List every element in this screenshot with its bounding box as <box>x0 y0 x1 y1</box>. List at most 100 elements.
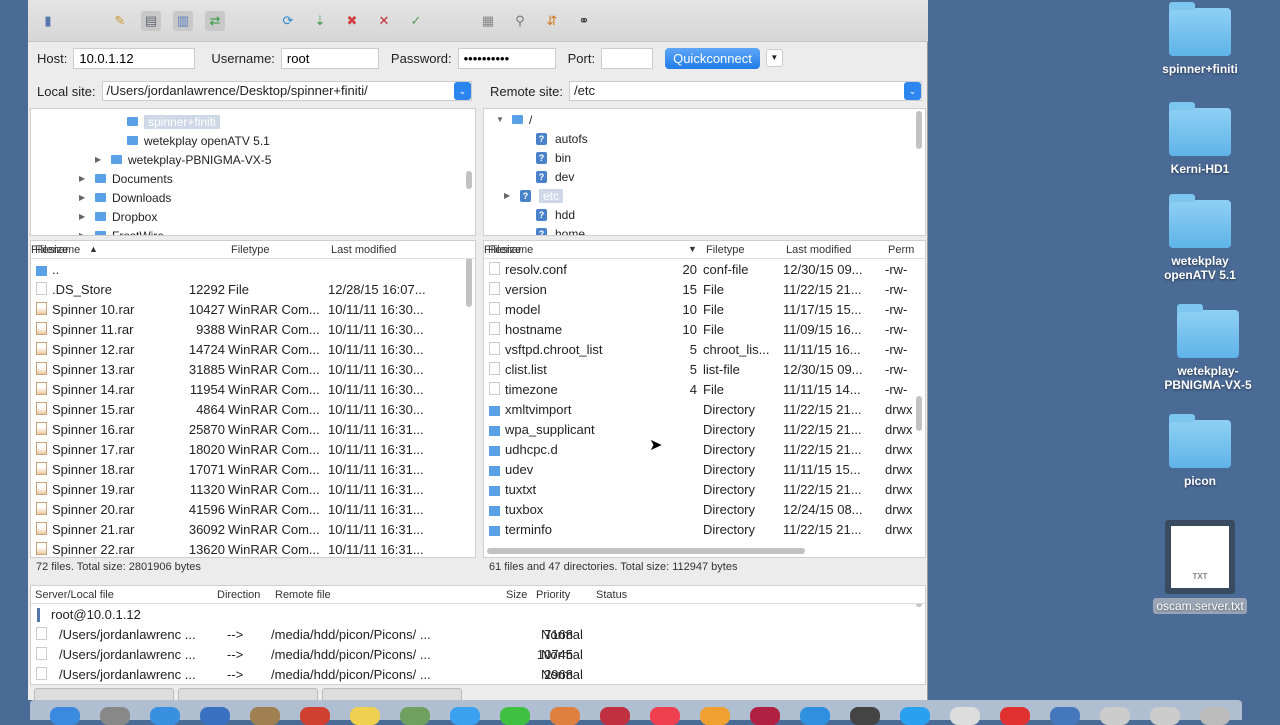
chevron-down-icon[interactable]: ⌄ <box>454 82 471 100</box>
expand-triangle-icon[interactable]: ▶ <box>95 155 105 164</box>
transfer-queue[interactable]: Server/Local file Direction Remote file Siz… <box>30 585 926 685</box>
site-manager-icon[interactable]: ▮ <box>38 11 58 31</box>
dock-app-icon[interactable] <box>550 707 580 725</box>
file-row[interactable]: .. <box>31 260 475 280</box>
toggle-queue-icon[interactable]: ⇄ <box>205 11 225 31</box>
queue-item[interactable]: /Users/jordanlawrenc ... --> /media/hdd/pi… <box>31 625 925 645</box>
compare-icon[interactable]: ⚲ <box>510 11 530 31</box>
dock-app-icon[interactable] <box>200 707 230 725</box>
file-row[interactable]: resolv.conf 20 conf-file 12/30/15 09... -rw- <box>484 260 925 280</box>
remote-tree[interactable]: ▼ /? autofs? bin? dev ▶? etc? hdd? home <box>483 108 926 236</box>
dock-app-icon[interactable] <box>700 707 730 725</box>
tree-item[interactable]: ? dev <box>520 167 574 186</box>
file-row[interactable]: timezone 4 File 11/11/15 14... -rw- <box>484 380 925 400</box>
column-header-last-modified[interactable]: Last modified <box>786 244 851 256</box>
dock-app-icon[interactable] <box>500 707 530 725</box>
message-log-icon[interactable]: ✎ <box>110 11 130 31</box>
sync-browse-icon[interactable]: ⇵ <box>542 11 562 31</box>
toggle-local-tree-icon[interactable]: ▤ <box>141 11 161 31</box>
cancel-icon[interactable]: ✖ <box>342 11 362 31</box>
expand-triangle-icon[interactable]: ▶ <box>504 191 514 200</box>
dock-app-icon[interactable] <box>850 707 880 725</box>
toggle-remote-tree-icon[interactable]: ▥ <box>173 11 193 31</box>
dock-app-icon[interactable] <box>650 707 680 725</box>
file-row[interactable]: udhcpc.d Directory 11/22/15 21... drwx <box>484 440 925 460</box>
dock-app-icon[interactable] <box>1200 707 1230 725</box>
file-row[interactable]: Spinner 11.rar 9388 WinRAR Com... 10/11/11 … <box>31 320 475 340</box>
column-header-filesize[interactable]: Filesize <box>484 244 521 256</box>
column-header-perm[interactable]: Perm <box>888 244 914 256</box>
file-row[interactable]: tuxtxt Directory 11/22/15 21... drwx <box>484 480 925 500</box>
file-row[interactable]: Spinner 17.rar 18020 WinRAR Com... 10/11/11… <box>31 440 475 460</box>
local-site-path[interactable]: /Users/jordanlawrence/Desktop/spinner+fi… <box>101 81 472 101</box>
local-tree-scrollbar[interactable] <box>466 171 472 189</box>
tree-item[interactable]: ▶ FrostWire <box>79 226 164 235</box>
file-row[interactable]: Spinner 19.rar 11320 WinRAR Com... 10/11/11… <box>31 480 475 500</box>
process-queue-icon[interactable]: ⇣ <box>310 11 330 31</box>
port-input[interactable] <box>601 47 654 69</box>
column-header-filesize[interactable]: Filesize <box>31 244 68 256</box>
file-row[interactable]: wpa_supplicant Directory 11/22/15 21... drw… <box>484 420 925 440</box>
column-header-last-modified[interactable]: Last modified <box>331 244 396 256</box>
queue-item[interactable]: /Users/jordanlawrenc ... --> /media/hdd/pi… <box>31 665 925 684</box>
desktop-item-folder[interactable]: wetekplay openATV 5.1 <box>1150 194 1250 282</box>
dock-app-icon[interactable] <box>450 707 480 725</box>
dock-app-icon[interactable] <box>600 707 630 725</box>
file-row[interactable]: hostname 10 File 11/09/15 16... -rw- <box>484 320 925 340</box>
queue-server-row[interactable]: root@10.0.1.12 <box>31 605 925 625</box>
local-tree[interactable]: spinner+finiti wetekplay openATV 5.1 ▶ wete… <box>30 108 476 236</box>
file-row[interactable]: Spinner 15.rar 4864 WinRAR Com... 10/11/11 … <box>31 400 475 420</box>
disconnect-icon[interactable]: ✕ <box>374 11 394 31</box>
dock-app-icon[interactable] <box>1100 707 1130 725</box>
tree-item[interactable]: ▶ Downloads <box>79 188 171 207</box>
username-input[interactable] <box>280 47 379 69</box>
refresh-icon[interactable]: ⟳ <box>278 11 298 31</box>
remote-file-list[interactable]: Filename Filesize Filetype Last modified Per… <box>483 240 926 558</box>
expand-triangle-icon[interactable]: ▶ <box>79 212 89 221</box>
quickconnect-dropdown[interactable]: ▼ <box>765 49 783 67</box>
tree-item[interactable]: ▶ Documents <box>79 169 173 188</box>
expand-triangle-icon[interactable]: ▶ <box>79 193 89 202</box>
remote-list-hscrollbar[interactable] <box>487 548 805 554</box>
queue-item[interactable]: /Users/jordanlawrenc ... --> /media/hdd/pi… <box>31 645 925 665</box>
expand-triangle-icon[interactable]: ▼ <box>496 115 506 124</box>
tree-item[interactable]: spinner+finiti <box>111 112 220 131</box>
tree-item[interactable]: ? home <box>520 224 585 235</box>
file-row[interactable]: vsftpd.chroot_list 5 chroot_lis... 11/11/15… <box>484 340 925 360</box>
queue-column-server-local-file[interactable]: Server/Local file <box>35 589 114 601</box>
queue-column-size[interactable]: Size <box>506 589 527 601</box>
dock-app-icon[interactable] <box>950 707 980 725</box>
dock-app-icon[interactable] <box>900 707 930 725</box>
file-row[interactable]: .DS_Store 12292 File 12/28/15 16:07... <box>31 280 475 300</box>
tree-item[interactable]: ? autofs <box>520 129 588 148</box>
dock-app-icon[interactable] <box>1150 707 1180 725</box>
remote-tree-scrollbar[interactable] <box>916 111 922 149</box>
chevron-down-icon[interactable]: ⌄ <box>904 82 921 100</box>
tree-item[interactable]: ? bin <box>520 148 571 167</box>
tree-item[interactable]: ▶ wetekplay-PBNIGMA-VX-5 <box>95 150 271 169</box>
tree-item[interactable]: ▶ Dropbox <box>79 207 157 226</box>
dock-app-icon[interactable] <box>250 707 280 725</box>
desktop-item-folder[interactable]: Kerni-HD1 <box>1150 102 1250 176</box>
column-header-filetype[interactable]: Filetype <box>706 244 745 256</box>
file-row[interactable]: Spinner 12.rar 14724 WinRAR Com... 10/11/11… <box>31 340 475 360</box>
dock-app-icon[interactable] <box>350 707 380 725</box>
file-row[interactable]: Spinner 13.rar 31885 WinRAR Com... 10/11/11… <box>31 360 475 380</box>
file-row[interactable]: Spinner 16.rar 25870 WinRAR Com... 10/11/11… <box>31 420 475 440</box>
sort-arrow-icon[interactable]: ▲ <box>89 244 98 254</box>
queue-column-status[interactable]: Status <box>596 589 627 601</box>
file-row[interactable]: Spinner 18.rar 17071 WinRAR Com... 10/11/11… <box>31 460 475 480</box>
queue-column-priority[interactable]: Priority <box>536 589 570 601</box>
file-row[interactable]: version 15 File 11/22/15 21... -rw- <box>484 280 925 300</box>
search-binoculars-icon[interactable]: ⚭ <box>574 11 594 31</box>
tab-failed-transfers[interactable] <box>178 688 318 700</box>
column-header-filetype[interactable]: Filetype <box>231 244 270 256</box>
file-row[interactable]: model 10 File 11/17/15 15... -rw- <box>484 300 925 320</box>
file-row[interactable]: udev Directory 11/11/15 15... drwx <box>484 460 925 480</box>
desktop-item-folder[interactable]: picon <box>1150 414 1250 488</box>
expand-triangle-icon[interactable]: ▶ <box>79 231 89 235</box>
dock-app-icon[interactable] <box>750 707 780 725</box>
dock-app-icon[interactable] <box>800 707 830 725</box>
tree-item[interactable]: ▶? etc <box>504 186 564 205</box>
dock-app-icon[interactable] <box>300 707 330 725</box>
